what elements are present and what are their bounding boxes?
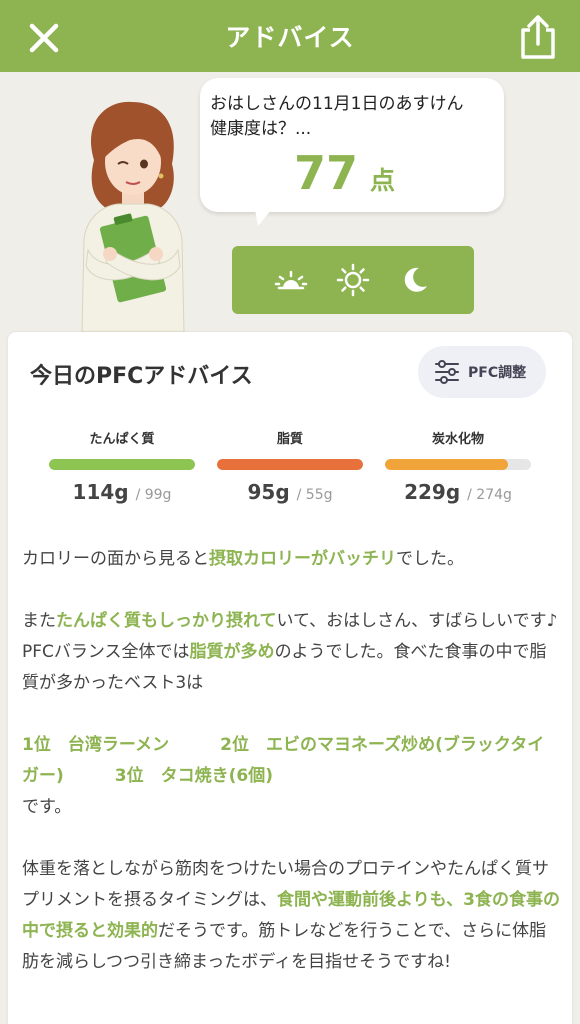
share-icon[interactable]: [518, 14, 558, 60]
score-unit: 点: [370, 166, 396, 195]
pfc-advice-card: 今日のPFCアドバイス PFC調整 たんぱく質 114g / 99g 脂質 95…: [8, 332, 572, 1024]
macro-label: たんぱく質: [89, 432, 155, 447]
advice-highlight: 脂質が多め: [189, 642, 275, 662]
macro-target: / 55g: [296, 487, 333, 503]
macro-progress-track: [385, 459, 531, 470]
meal-time-selector: [232, 246, 474, 314]
advice-paragraph-calorie: カロリーの面から見ると摂取カロリーがバッチリでした。: [22, 544, 560, 575]
moon-icon[interactable]: [397, 262, 433, 298]
close-icon[interactable]: [26, 20, 62, 56]
advice-text: カロリーの面から見ると摂取カロリーがバッチリでした。 またたんぱく質もしっかり摂…: [22, 544, 560, 1009]
macro-progress-track: [217, 459, 363, 470]
health-score: 77: [294, 146, 359, 200]
card-title: 今日のPFCアドバイス: [30, 364, 253, 389]
sunrise-icon[interactable]: [273, 262, 309, 298]
score-bubble: おはしさんの11月1日のあすけん 健康度は？... 77 点: [200, 78, 504, 212]
macro-progress-fill: [49, 459, 195, 470]
score-row: 77 点: [210, 146, 504, 200]
sun-icon[interactable]: [335, 262, 371, 298]
advice-paragraph-balance: PFCバランス全体では脂質が多めのようでした。食べた食事の中で脂質が多かったベス…: [22, 637, 560, 699]
advice-paragraph-supplement: 体重を落としながら筋肉をつけたい場合のプロテインやたんぱく質サプリメントを摂るタ…: [22, 854, 560, 978]
bubble-line-1: おはしさんの11月1日のあすけん: [210, 94, 464, 114]
advice-text-span: でした。: [396, 549, 464, 569]
bubble-line-2: 健康度は？...: [210, 119, 312, 139]
macro-label: 炭水化物: [431, 432, 484, 447]
bubble-tail: [254, 204, 276, 226]
macro-target: / 274g: [467, 487, 512, 503]
macro-progress-fill: [217, 459, 363, 470]
macro-value-row: 95g / 55g: [217, 480, 363, 504]
app-header: アドバイス: [0, 0, 580, 72]
macro-target: / 99g: [135, 487, 172, 503]
fat-ranking-list: 1位 台湾ラーメン 2位 エビのマヨネーズ炒め(ブラックタイガー) 3位 タコ焼…: [22, 735, 545, 786]
advisor-character-illustration: [81, 101, 185, 332]
advice-paragraph-ranking: 1位 台湾ラーメン 2位 エビのマヨネーズ炒め(ブラックタイガー) 3位 タコ焼…: [22, 730, 560, 823]
macro-progress-track: [49, 459, 195, 470]
advice-paragraph-protein: またたんぱく質もしっかり摂れていて、おはしさん、すばらしいです♪: [22, 606, 560, 637]
advice-highlight: 摂取カロリーがバッチリ: [209, 549, 396, 569]
advice-text-span: いて、おはしさん、すばらしいです♪: [276, 611, 558, 631]
macro-protein: たんぱく質 114g / 99g: [49, 428, 195, 504]
advice-text-span: カロリーの面から見ると: [22, 549, 209, 569]
macro-value-row: 114g / 99g: [49, 480, 195, 504]
advice-text-span: また: [22, 611, 56, 631]
macro-value: 95g: [247, 480, 290, 504]
advice-highlight: たんぱく質もしっかり摂れて: [56, 611, 277, 631]
pfc-adjust-label: PFC調整: [468, 365, 527, 381]
advice-text-span: です。: [22, 797, 72, 817]
pfc-adjust-button[interactable]: PFC調整: [418, 346, 546, 398]
macro-progress-fill: [385, 459, 508, 470]
advice-hero: おはしさんの11月1日のあすけん 健康度は？... 77 点: [0, 72, 580, 332]
advice-text-span: PFCバランス全体では: [22, 642, 190, 662]
macro-fat: 脂質 95g / 55g: [217, 428, 363, 504]
page-title: アドバイス: [225, 23, 355, 52]
macro-value: 114g: [72, 480, 129, 504]
macro-carbs: 炭水化物 229g / 274g: [385, 428, 531, 504]
macro-label: 脂質: [276, 432, 303, 447]
macro-value-row: 229g / 274g: [385, 480, 531, 504]
sliders-icon: [435, 360, 459, 384]
macro-value: 229g: [404, 480, 461, 504]
